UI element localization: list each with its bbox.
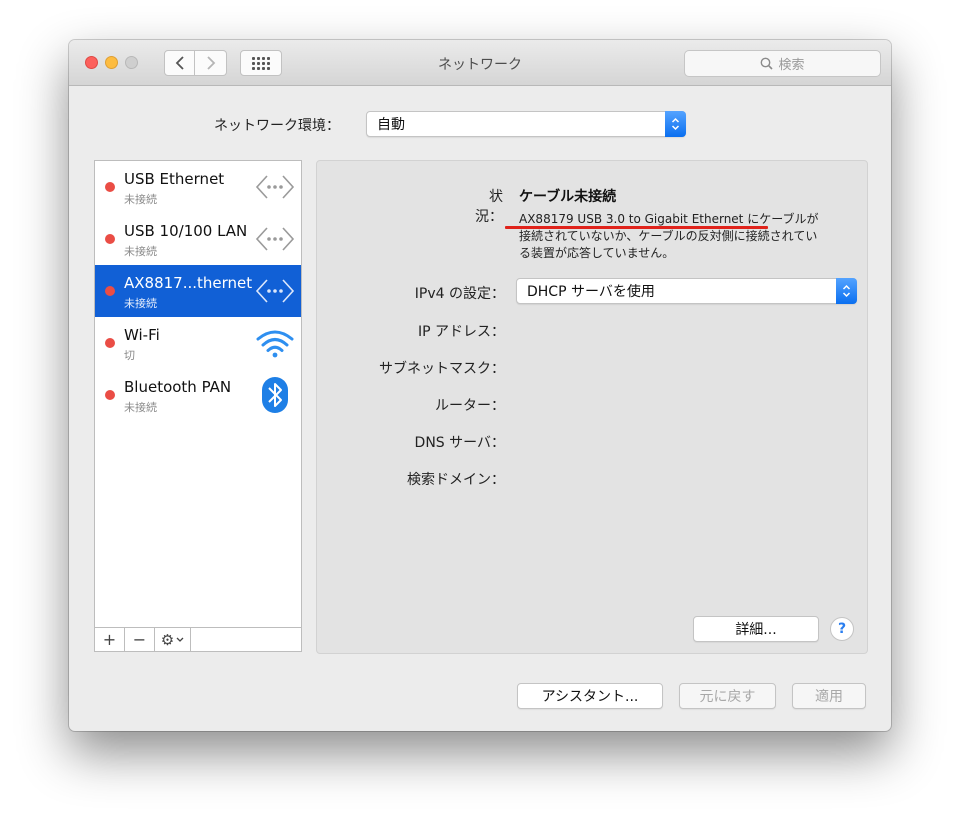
service-name: Bluetooth PAN <box>124 378 232 396</box>
service-name: Wi-Fi <box>124 326 160 344</box>
status-dot <box>105 390 115 400</box>
location-value: 自動 <box>377 117 405 133</box>
service-list-toolbar: + − ⚙ <box>95 627 301 651</box>
search-placeholder: 検索 <box>778 58 805 73</box>
service-status: 未接続 <box>124 245 157 258</box>
apply-button[interactable]: 適用 <box>792 683 866 709</box>
status-dot <box>105 286 115 296</box>
revert-button[interactable]: 元に戻す <box>679 683 776 709</box>
gear-icon: ⚙ <box>160 630 175 649</box>
service-detail-panel: 状況： ケーブル未接続 AX88179 USB 3.0 to Gigabit E… <box>316 160 868 654</box>
service-status: 未接続 <box>124 297 157 310</box>
service-status: 未接続 <box>124 401 157 414</box>
service-item-ax88179[interactable]: AX8817...thernet 未接続 <box>95 265 301 317</box>
remove-service-button[interactable]: − <box>125 628 155 651</box>
minus-icon: − <box>132 630 147 649</box>
service-item-wifi[interactable]: Wi-Fi 切 <box>95 317 301 369</box>
ipv4-config-popup[interactable]: DHCP サーバを使用 <box>516 278 857 304</box>
service-status: 未接続 <box>124 193 157 206</box>
chevron-down-icon <box>176 637 184 642</box>
updown-arrows-icon <box>665 111 686 137</box>
wifi-icon <box>253 325 297 361</box>
service-status: 切 <box>124 349 135 362</box>
network-preferences-window: ネットワーク 検索 ネットワーク環境： 自動 USB Ethernet 未接続 … <box>69 40 891 731</box>
search-icon <box>761 57 774 70</box>
annotation-underline <box>505 226 768 229</box>
add-service-button[interactable]: + <box>95 628 125 651</box>
dns-server-label: DNS サーバ： <box>414 435 505 451</box>
status-description: AX88179 USB 3.0 to Gigabit Ethernet にケーブ… <box>519 212 819 260</box>
ipv4-value: DHCP サーバを使用 <box>527 284 655 300</box>
updown-arrows-icon <box>836 278 857 304</box>
search-field[interactable]: 検索 <box>684 50 881 77</box>
help-button[interactable]: ? <box>830 617 854 641</box>
service-item-usb-ethernet[interactable]: USB Ethernet 未接続 <box>95 161 301 213</box>
service-name: USB 10/100 LAN <box>124 222 248 240</box>
ip-address-label: IP アドレス： <box>417 324 505 340</box>
bluetooth-icon <box>253 377 297 413</box>
service-item-bluetooth-pan[interactable]: Bluetooth PAN 未接続 <box>95 369 301 421</box>
status-dot <box>105 234 115 244</box>
plus-icon: + <box>102 630 117 649</box>
ethernet-icon <box>253 169 297 205</box>
service-name: USB Ethernet <box>124 170 225 188</box>
service-list: USB Ethernet 未接続 USB 10/100 LAN 未接続 AX88… <box>94 160 302 652</box>
router-label: ルーター： <box>435 398 505 414</box>
ethernet-icon <box>253 273 297 309</box>
status-value: ケーブル未接続 <box>519 189 617 205</box>
service-name: AX8817...thernet <box>124 274 253 292</box>
location-label: ネットワーク環境： <box>214 118 340 134</box>
subnet-mask-label: サブネットマスク： <box>379 361 505 377</box>
status-label: 状況： <box>475 189 503 225</box>
search-domain-label: 検索ドメイン： <box>407 472 505 488</box>
assistant-button[interactable]: アシスタント... <box>517 683 663 709</box>
advanced-button[interactable]: 詳細... <box>693 616 819 642</box>
service-item-usb-lan[interactable]: USB 10/100 LAN 未接続 <box>95 213 301 265</box>
status-dot <box>105 338 115 348</box>
ethernet-icon <box>253 221 297 257</box>
location-popup[interactable]: 自動 <box>366 111 686 137</box>
title-bar: ネットワーク 検索 <box>69 40 891 86</box>
action-menu-button[interactable]: ⚙ <box>155 628 191 651</box>
ipv4-label: IPv4 の設定： <box>414 286 505 302</box>
status-dot <box>105 182 115 192</box>
